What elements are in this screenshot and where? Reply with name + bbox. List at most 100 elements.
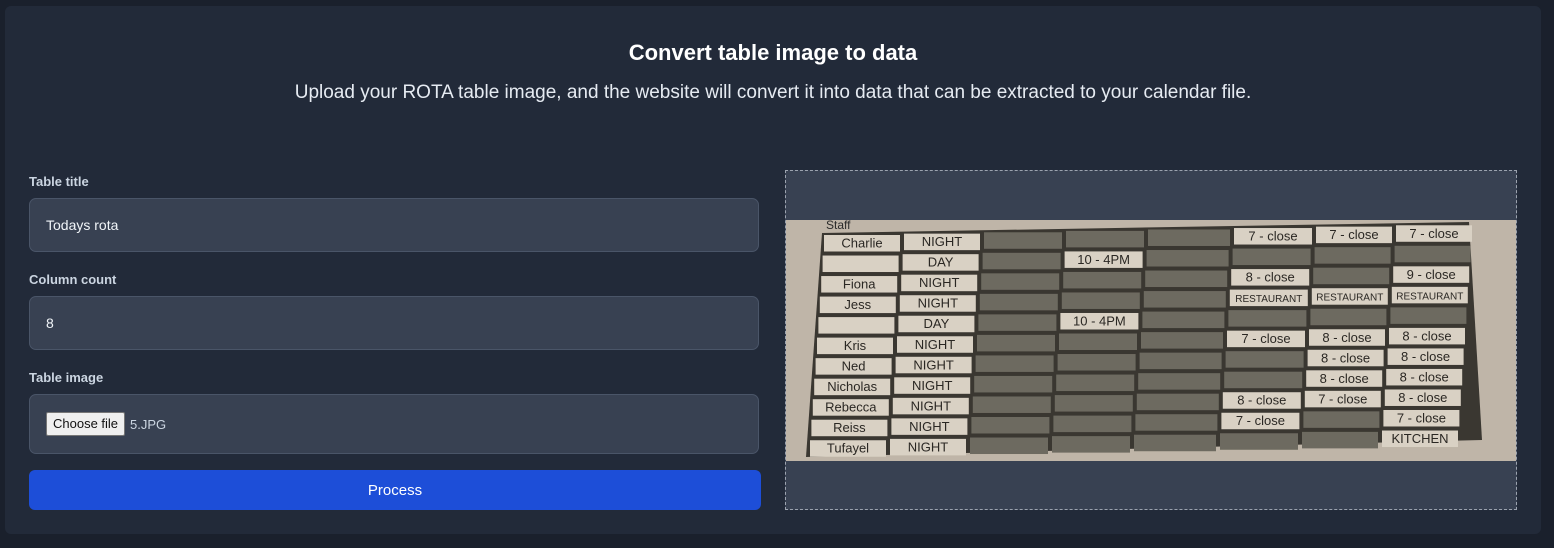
rota-cell [1313,267,1390,285]
rota-cell [1390,307,1467,324]
rota-table-photo: Charlie NIGHT 7 - close 7 - close 7 - close D… [786,220,1516,461]
rota-cell-text: 7 - close [1397,410,1446,425]
rota-cell [1148,229,1230,246]
rota-cell [984,232,1062,249]
rota-cell [982,252,1061,270]
rota-cell-text: Reiss [833,420,866,435]
rota-cell [1146,250,1229,267]
rota-cell [1302,431,1378,449]
rota-cell-text: 7 - close [1241,331,1290,346]
rota-cell-text: Jess [844,297,871,312]
rota-cell [974,375,1053,393]
rota-cell [1314,247,1391,264]
staff-header-text: Staff [826,220,851,232]
rota-cell [970,437,1048,455]
column-count-value: 8 [46,315,54,331]
rota-cell-text: 7 - close [1329,227,1378,242]
rota-cell [1054,395,1133,412]
column-count-input[interactable]: 8 [29,296,759,350]
rota-cell [1052,436,1130,453]
rota-cell-text: RESTAURANT [1396,291,1463,302]
converter-card: Convert table image to data Upload your … [5,6,1541,534]
rota-cell-text: Kris [844,338,867,353]
rota-cell [981,273,1060,290]
choose-file-button[interactable]: Choose file [46,412,126,436]
rota-cell [1056,374,1135,392]
rota-cell-text: NIGHT [918,296,959,311]
rota-cell [822,255,899,273]
rota-cell [1061,292,1140,309]
table-image-file-input[interactable]: Choose file 5.JPG [29,394,759,454]
rota-cell-text: Fiona [843,277,876,292]
rota-cell-text: 7 - close [1318,391,1367,406]
rota-cell [1303,411,1380,428]
rota-cell-text: 8 - close [1246,270,1295,285]
rota-cell-text: DAY [928,255,954,270]
rota-cell-text: 7 - close [1409,226,1458,241]
rota-cell-text: NIGHT [915,337,956,352]
rota-cell [977,334,1055,352]
rota-cell-text: 10 - 4PM [1077,252,1130,267]
rota-cell [1063,271,1142,289]
rota-cell [1136,393,1219,411]
rota-cell [1145,270,1228,288]
page-title: Convert table image to data [628,40,918,65]
rota-cell-text: Rebecca [825,400,877,415]
rota-cell [979,293,1058,311]
rota-cell [1220,433,1298,450]
rota-cell-text: NIGHT [909,419,950,434]
rota-cell-text: 8 - close [1322,330,1371,345]
rota-cell [971,416,1050,434]
table-title-label: Table title [29,174,89,189]
rota-cell-text: KITCHEN [1391,431,1448,446]
rota-cell-text: 7 - close [1236,413,1285,428]
rota-cell-text: 10 - 4PM [1073,313,1126,328]
column-count-label: Column count [29,272,117,287]
rota-cell-text: RESTAURANT [1235,294,1302,305]
rota-cell [1059,333,1137,351]
rota-cell [1310,308,1387,326]
rota-cell-text: NIGHT [922,234,963,249]
rota-cell [1225,351,1304,368]
page-subtitle: Upload your ROTA table image, and the we… [294,82,1252,103]
rota-cell [1141,332,1223,349]
rota-cell [1053,415,1132,433]
rota-cell-text: RESTAURANT [1316,293,1383,304]
rota-cell-text: 8 - close [1321,350,1370,365]
process-button[interactable]: Process [29,470,761,510]
rota-cell [1135,414,1218,431]
rota-cell [1142,311,1225,329]
rota-cell [1057,354,1136,371]
rota-cell-text: NIGHT [913,357,954,372]
rota-cell-text: Nicholas [827,379,877,394]
rota-cell-text: NIGHT [912,378,953,393]
rota-cell [1394,245,1471,263]
rota-cell-text: Tufayel [827,441,869,456]
rota-cell-text: 8 - close [1400,369,1449,384]
rota-cell-text: NIGHT [908,439,949,454]
rota-cell-text: 8 - close [1402,328,1451,343]
rota-cell-text: 8 - close [1320,371,1369,386]
rota-cell [1228,310,1307,327]
rota-cell-text: 8 - close [1237,393,1286,408]
table-image-label: Table image [29,370,104,385]
rota-cell [975,355,1054,372]
rota-cell [1232,248,1311,266]
rota-cell [1138,373,1221,390]
rota-cell-text: NIGHT [919,275,960,290]
rota-cell [1139,352,1222,370]
selected-file-name: 5.JPG [130,416,167,432]
rota-cell [818,317,895,334]
table-title-input[interactable]: Todays rota [29,198,759,252]
rota-cell-text: 8 - close [1398,390,1447,405]
rota-cell-text: 9 - close [1407,267,1456,282]
rota-cell [972,396,1051,413]
rota-cell [1066,230,1144,248]
rota-cell-text: Ned [842,359,866,374]
rota-cell-text: 8 - close [1401,349,1450,364]
rota-cell-text: 7 - close [1248,229,1297,244]
rota-cell [1143,291,1226,308]
table-title-value: Todays rota [46,217,119,233]
image-preview-dropzone[interactable]: Charlie NIGHT 7 - close 7 - close 7 - close D… [785,170,1517,510]
rota-cell-text: NIGHT [911,398,952,413]
